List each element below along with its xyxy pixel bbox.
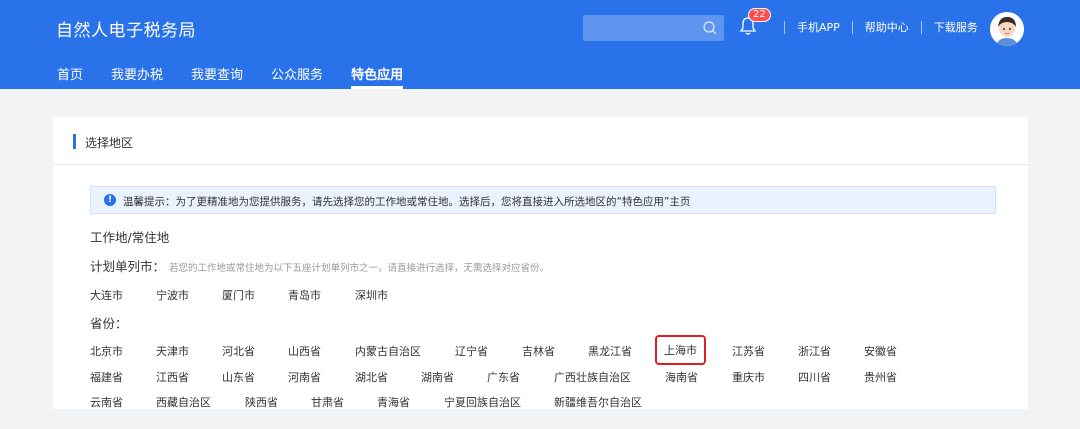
- search-box[interactable]: [583, 15, 724, 41]
- province-heilongjiang[interactable]: 黑龙江省: [588, 343, 632, 359]
- plan-cities-label: 计划单列市：: [90, 259, 166, 274]
- help-center-link[interactable]: 帮助中心: [865, 19, 909, 35]
- province-beijing[interactable]: 北京市: [90, 343, 123, 359]
- region-select-card: 选择地区 ! 温馨提示：为了更精准地为您提供服务，请先选择您的工作地或常住地。选…: [53, 117, 1028, 409]
- province-label: 省份：: [90, 316, 128, 331]
- province-guangxi[interactable]: 广西壮族自治区: [554, 369, 631, 385]
- divider: [851, 20, 853, 34]
- tip-banner: ! 温馨提示：为了更精准地为您提供服务，请先选择您的工作地或常住地。选择后，您将…: [90, 186, 996, 214]
- province-shanxi[interactable]: 山西省: [288, 343, 321, 359]
- nav-home[interactable]: 首页: [57, 64, 83, 89]
- search-icon[interactable]: [702, 20, 718, 36]
- card-header: 选择地区: [53, 117, 1028, 165]
- province-jiangxi[interactable]: 江西省: [156, 369, 189, 385]
- province-anhui[interactable]: 安徽省: [864, 343, 897, 359]
- divider: [920, 20, 922, 34]
- main-nav: 首页 我要办税 我要查询 公众服务 特色应用: [57, 64, 431, 89]
- plan-cities-label-row: 计划单列市： 若您的工作地或常住地为以下五座计划单列市之一，请直接进行选择，无需选…: [90, 256, 549, 275]
- province-shanghai-selected[interactable]: 上海市: [655, 335, 706, 365]
- tip-text: 温馨提示：为了更精准地为您提供服务，请先选择您的工作地或常住地。选择后，您将直接…: [123, 196, 691, 208]
- city-ningbo[interactable]: 宁波市: [156, 287, 189, 303]
- mobile-app-link[interactable]: 手机APP: [797, 19, 840, 35]
- province-liaoning[interactable]: 辽宁省: [455, 343, 488, 359]
- province-jilin[interactable]: 吉林省: [522, 343, 555, 359]
- province-tianjin[interactable]: 天津市: [156, 343, 189, 359]
- top-links: 手机APP 帮助中心 下载服务: [772, 19, 978, 35]
- city-dalian[interactable]: 大连市: [90, 287, 123, 303]
- city-shenzhen[interactable]: 深圳市: [355, 287, 388, 303]
- province-guangdong[interactable]: 广东省: [487, 369, 520, 385]
- province-jiangsu[interactable]: 江苏省: [732, 343, 765, 359]
- avatar[interactable]: [990, 12, 1024, 46]
- province-ningxia[interactable]: 宁夏回族自治区: [444, 394, 521, 410]
- province-guizhou[interactable]: 贵州省: [864, 369, 897, 385]
- province-hunan[interactable]: 湖南省: [421, 369, 454, 385]
- province-hainan[interactable]: 海南省: [665, 369, 698, 385]
- site-logo[interactable]: 自然人电子税务局: [56, 16, 196, 41]
- city-qingdao[interactable]: 青岛市: [288, 287, 321, 303]
- province-shaanxi[interactable]: 陕西省: [245, 394, 278, 410]
- top-header: 自然人电子税务局 22 手机APP 帮助中心 下载服务 首页 我要办税 我要查询…: [0, 0, 1080, 89]
- province-tibet[interactable]: 西藏自治区: [156, 394, 211, 410]
- province-yunnan[interactable]: 云南省: [90, 394, 123, 410]
- city-xiamen[interactable]: 厦门市: [222, 287, 255, 303]
- notification-badge: 22: [748, 8, 771, 22]
- province-chongqing[interactable]: 重庆市: [732, 369, 765, 385]
- plan-cities-hint: 若您的工作地或常住地为以下五座计划单列市之一，请直接进行选择，无需选择对应省份。: [169, 263, 550, 274]
- province-zhejiang[interactable]: 浙江省: [798, 343, 831, 359]
- province-qinghai[interactable]: 青海省: [377, 394, 410, 410]
- nav-tax-handling[interactable]: 我要办税: [111, 64, 163, 89]
- work-location-label: 工作地/常住地: [90, 230, 170, 245]
- card-title: 选择地区: [85, 136, 134, 150]
- province-inner-mongolia[interactable]: 内蒙古自治区: [355, 343, 421, 359]
- nav-featured-apps[interactable]: 特色应用: [351, 64, 404, 89]
- province-hebei[interactable]: 河北省: [222, 343, 255, 359]
- nav-public-service[interactable]: 公众服务: [271, 64, 323, 89]
- nav-query[interactable]: 我要查询: [191, 64, 243, 89]
- province-henan[interactable]: 河南省: [288, 369, 321, 385]
- divider: [784, 20, 785, 34]
- province-fujian[interactable]: 福建省: [90, 369, 123, 385]
- province-gansu[interactable]: 甘肃省: [311, 394, 344, 410]
- province-hubei[interactable]: 湖北省: [355, 369, 388, 385]
- province-sichuan[interactable]: 四川省: [798, 369, 831, 385]
- province-xinjiang[interactable]: 新疆维吾尔自治区: [554, 394, 642, 410]
- title-accent-bar: [73, 134, 76, 149]
- user-avatar-icon: [990, 12, 1024, 46]
- info-icon: !: [104, 194, 116, 206]
- province-shandong[interactable]: 山东省: [222, 369, 255, 385]
- download-service-link[interactable]: 下载服务: [934, 19, 978, 35]
